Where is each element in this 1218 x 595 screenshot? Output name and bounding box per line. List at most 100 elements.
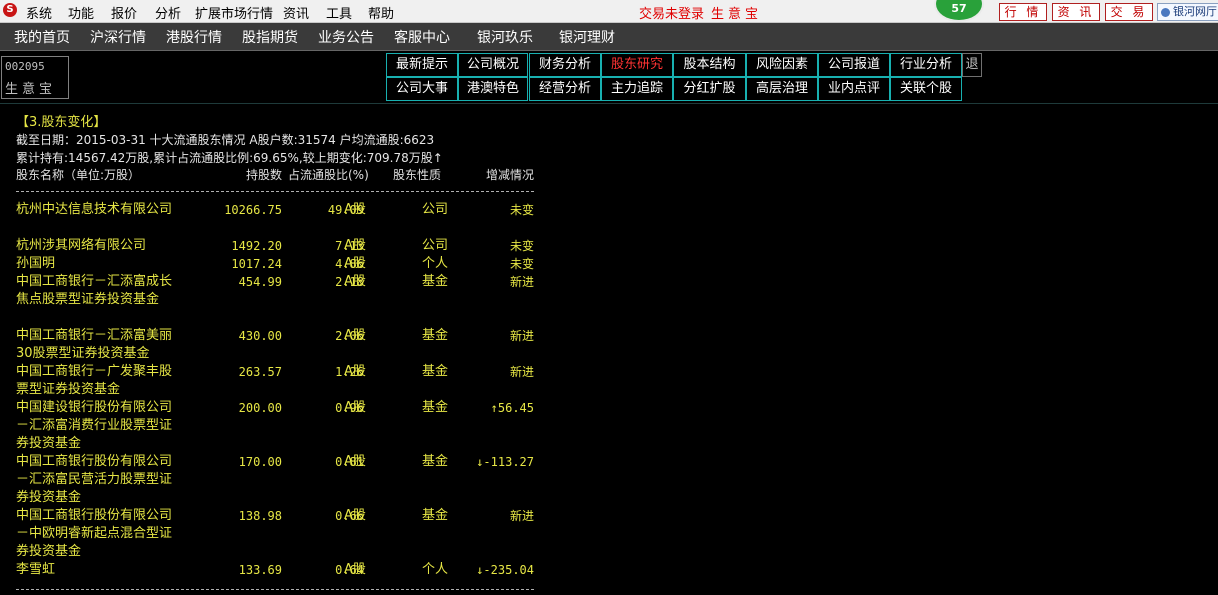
- holding-change: ↑56.45: [490, 401, 534, 415]
- shareholder-nature: 基金: [422, 400, 449, 415]
- menu-news[interactable]: 资讯: [283, 3, 309, 22]
- holding-change: 新进: [509, 275, 534, 289]
- tab-risk-factors[interactable]: 风险因素: [746, 53, 818, 77]
- tab-operation-analysis[interactable]: 经营分析: [529, 77, 601, 101]
- exit-button[interactable]: 退: [962, 53, 982, 77]
- nav-index-futures[interactable]: 股指期货: [242, 27, 298, 47]
- shareholder-nature: 基金: [422, 274, 449, 289]
- nav-bar: 我的首页 沪深行情 港股行情 股指期货 业务公告 客服中心 银河玖乐 银河理财: [0, 23, 1218, 51]
- holding-change: ↓-235.04: [476, 563, 534, 577]
- holding-amount: 10266.75: [224, 203, 282, 217]
- tab-management[interactable]: 高层治理: [746, 77, 818, 101]
- shareholder-name: 中国工商银行－汇添富美丽30股票型证券投资基金: [16, 328, 173, 361]
- trade-button[interactable]: 交 易: [1105, 3, 1153, 21]
- tab-company-reports[interactable]: 公司报道: [818, 53, 890, 77]
- holding-amount: 1492.20: [231, 239, 282, 253]
- holding-amount: 1017.24: [231, 257, 282, 271]
- summary-holding-line: 累计持有:14567.42万股,累计占流通股比例:69.65%,较上期变化:70…: [16, 151, 443, 165]
- shareholder-nature: 基金: [422, 508, 449, 523]
- summary-date-line: 截至日期：2015-03-31 十大流通股东情况 A股户数:31574 户均流通…: [16, 133, 435, 147]
- content-divider: [0, 103, 1218, 104]
- product-name: 生意宝: [711, 7, 763, 22]
- table-header: 股东名称（单位:万股） 持股数 占流通股比(%) 股东性质 增减情况: [16, 166, 534, 184]
- app-logo-icon: S: [3, 3, 17, 17]
- holding-change: 新进: [509, 365, 534, 379]
- header-change: 增减情况: [485, 168, 534, 182]
- share-type: A股: [344, 454, 366, 469]
- shareholder-name: 李雪虹: [16, 562, 56, 577]
- stock-name: 生意宝: [5, 82, 57, 97]
- shareholder-name: 中国建设银行股份有限公司－汇添富消费行业股票型证券投资基金: [16, 400, 173, 451]
- shareholder-nature: 基金: [422, 454, 449, 469]
- menu-tools[interactable]: 工具: [326, 3, 352, 22]
- holding-change: 未变: [509, 257, 534, 271]
- header-divider: [16, 191, 534, 193]
- share-type: A股: [344, 202, 366, 217]
- shareholder-nature: 公司: [422, 238, 449, 253]
- galaxy-online-button[interactable]: 银河网厅: [1157, 3, 1218, 21]
- share-type: A股: [344, 508, 366, 523]
- nav-galaxy-wealth[interactable]: 银河理财: [559, 27, 615, 47]
- shareholder-name: 中国工商银行－广发聚丰股票型证券投资基金: [16, 364, 173, 397]
- tab-company-events[interactable]: 公司大事: [386, 77, 458, 101]
- tab-dividends[interactable]: 分红扩股: [673, 77, 746, 101]
- tab-share-structure[interactable]: 股本结构: [673, 53, 746, 77]
- nav-home[interactable]: 我的首页: [14, 27, 70, 47]
- holding-change: 未变: [509, 239, 534, 253]
- share-type: A股: [344, 238, 366, 253]
- menu-function[interactable]: 功能: [68, 3, 94, 22]
- header-holding: 持股数: [245, 168, 282, 182]
- shareholder-name: 中国工商银行股份有限公司－中欧明睿新起点混合型证券投资基金: [16, 508, 173, 559]
- tab-related-stocks[interactable]: 关联个股: [890, 77, 962, 101]
- shareholder-name: 孙国明: [16, 256, 56, 271]
- tab-hk-macau-features[interactable]: 港澳特色: [458, 77, 528, 101]
- holding-amount: 200.00: [238, 401, 282, 415]
- quote-button[interactable]: 行 情: [999, 3, 1047, 21]
- menu-bar: S 系统 功能 报价 分析 扩展市场行情 资讯 工具 帮助 交易未登录 生意宝 …: [0, 0, 1218, 23]
- shareholder-name: 中国工商银行－汇添富成长焦点股票型证券投资基金: [16, 274, 173, 307]
- header-name: 股东名称（单位:万股）: [16, 168, 141, 182]
- news-button[interactable]: 资 讯: [1052, 3, 1100, 21]
- shareholder-nature: 基金: [422, 364, 449, 379]
- holding-amount: 170.00: [238, 455, 282, 469]
- shareholder-name: 杭州中达信息技术有限公司: [16, 202, 173, 217]
- tab-main-force-tracking[interactable]: 主力追踪: [601, 77, 673, 101]
- share-type: A股: [344, 400, 366, 415]
- nav-service-center[interactable]: 客服中心: [394, 27, 450, 47]
- holding-change: 新进: [509, 509, 534, 523]
- trade-login-status: 交易未登录: [639, 7, 705, 22]
- nav-galaxy-jiule[interactable]: 银河玖乐: [477, 27, 533, 47]
- nav-announcements[interactable]: 业务公告: [318, 27, 374, 47]
- tab-shareholder-research[interactable]: 股东研究: [601, 53, 673, 77]
- header-nature: 股东性质: [393, 168, 442, 182]
- tab-latest-tips[interactable]: 最新提示: [386, 53, 458, 77]
- stock-info-box: 002095 生意宝: [1, 56, 69, 99]
- share-type: A股: [344, 328, 366, 343]
- share-type: A股: [344, 274, 366, 289]
- menu-analysis[interactable]: 分析: [155, 3, 181, 22]
- holding-amount: 263.57: [238, 365, 282, 379]
- holding-change: 新进: [509, 329, 534, 343]
- table-bottom-divider: [16, 589, 534, 591]
- notification-badge[interactable]: 57: [934, 0, 984, 22]
- shareholder-nature: 公司: [422, 202, 449, 217]
- holding-change: ↓-113.27: [476, 455, 534, 469]
- globe-icon: [1161, 7, 1170, 17]
- nav-hk-quotes[interactable]: 港股行情: [166, 27, 222, 47]
- tab-company-overview[interactable]: 公司概况: [458, 53, 528, 77]
- nav-sh-sz-quotes[interactable]: 沪深行情: [90, 27, 146, 47]
- shareholder-nature: 基金: [422, 328, 449, 343]
- menu-extended-market[interactable]: 扩展市场行情: [195, 3, 273, 22]
- tab-financial-analysis[interactable]: 财务分析: [529, 53, 601, 77]
- holding-amount: 133.69: [238, 563, 282, 577]
- shareholder-name: 中国工商银行股份有限公司－汇添富民营活力股票型证券投资基金: [16, 454, 173, 505]
- shareholder-nature: 个人: [422, 562, 449, 577]
- holding-change: 未变: [509, 203, 534, 217]
- menu-help[interactable]: 帮助: [368, 3, 394, 22]
- tab-industry-analysis[interactable]: 行业分析: [890, 53, 962, 77]
- tab-industry-comments[interactable]: 业内点评: [818, 77, 890, 101]
- menu-quote[interactable]: 报价: [111, 3, 137, 22]
- menu-system[interactable]: 系统: [26, 3, 52, 22]
- share-type: A股: [344, 364, 366, 379]
- section-title: 【3.股东变化】: [16, 115, 107, 130]
